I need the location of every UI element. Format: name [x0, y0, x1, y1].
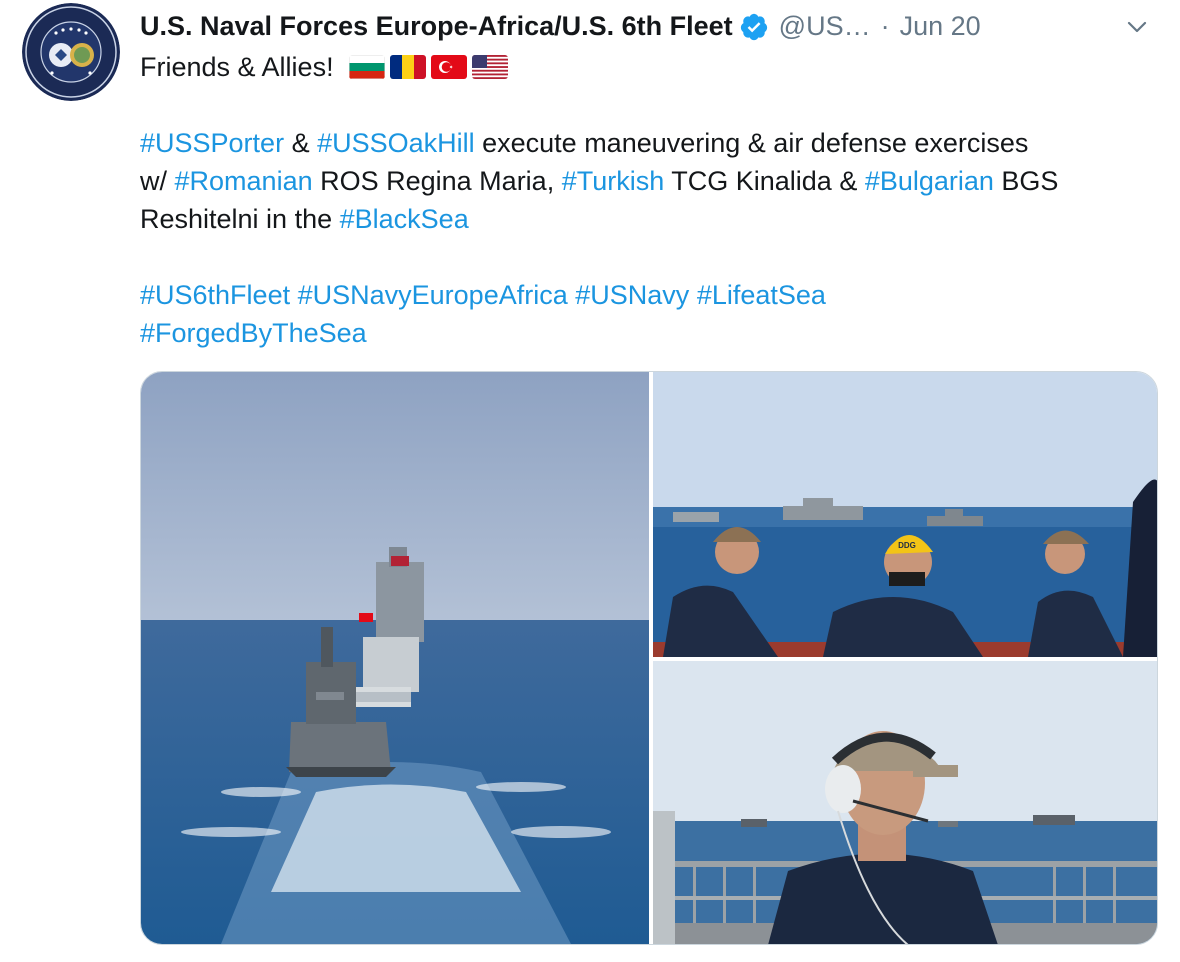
media-grid: DDG [140, 371, 1158, 945]
avatar[interactable] [22, 3, 120, 101]
chevron-down-icon [1127, 21, 1147, 33]
hashtag-ussoakhill[interactable]: #USSOakHill [317, 128, 475, 158]
text-line-2: #USSPorter & #USSOakHill execute maneuve… [140, 124, 1170, 162]
text-segment: TCG Kinalida & [664, 166, 865, 196]
flag-bulgaria-icon [349, 55, 386, 79]
hashtag-ussporter[interactable]: #USSPorter [140, 128, 284, 158]
text-line-1: Friends & Allies! [140, 48, 1170, 86]
sailor-with-headset-photo[interactable] [653, 661, 1157, 944]
hashtag-turkish[interactable]: #Turkish [562, 166, 665, 196]
ships-in-column-photo[interactable] [141, 372, 649, 944]
hashtag-bulgarian[interactable]: #Bulgarian [865, 166, 994, 196]
text-segment: w/ [140, 166, 175, 196]
hashtag-usnavy[interactable]: #USNavy [575, 280, 689, 310]
separator-dot: · [880, 10, 890, 41]
tweet-date[interactable]: Jun 20 [900, 11, 981, 42]
hashtag-blacksea[interactable]: #BlackSea [340, 204, 469, 234]
hashtag-lifeatsea[interactable]: #LifeatSea [697, 280, 826, 310]
tweet-text: Friends & Allies! #USSPorter & #USSOakHi… [140, 48, 1170, 352]
handle[interactable]: @US… [779, 11, 871, 42]
hashtag-us6thfleet[interactable]: #US6thFleet [140, 280, 290, 310]
text-line-3: w/ #Romanian ROS Regina Maria, #Turkish … [140, 162, 1170, 200]
sailors-watching-ships-photo[interactable]: DDG [653, 372, 1157, 657]
hashtag-forgedbythesea[interactable]: #ForgedByTheSea [140, 318, 367, 348]
greeting-text: Friends & Allies! [140, 52, 334, 82]
tweet-header: U.S. Naval Forces Europe-Africa/U.S. 6th… [140, 6, 1140, 46]
text-line-6: #ForgedByTheSea [140, 314, 1170, 352]
text-segment: Reshitelni in the [140, 204, 340, 234]
display-name[interactable]: U.S. Naval Forces Europe-Africa/U.S. 6th… [140, 11, 733, 42]
tweet[interactable]: U.S. Naval Forces Europe-Africa/U.S. 6th… [0, 0, 1180, 962]
flag-turkey-icon [431, 55, 468, 79]
text-segment: & [284, 128, 318, 158]
text-segment: execute maneuvering & air defense exerci… [474, 128, 1029, 158]
more-options-button[interactable] [1122, 12, 1152, 42]
text-line-4: Reshitelni in the #BlackSea [140, 200, 1170, 238]
hashtag-usnavyeuropeafrica[interactable]: #USNavyEuropeAfrica [298, 280, 568, 310]
text-segment: ROS Regina Maria, [312, 166, 562, 196]
flag-united-states-icon [472, 55, 509, 79]
naval-seal-icon [22, 3, 120, 101]
text-segment: BGS [993, 166, 1059, 196]
verified-badge-icon [739, 12, 769, 42]
hashtag-romanian[interactable]: #Romanian [175, 166, 313, 196]
cap-text: DDG [898, 541, 916, 550]
text-line-5: #US6thFleet #USNavyEuropeAfrica #USNavy … [140, 276, 1170, 314]
flag-romania-icon [390, 55, 427, 79]
